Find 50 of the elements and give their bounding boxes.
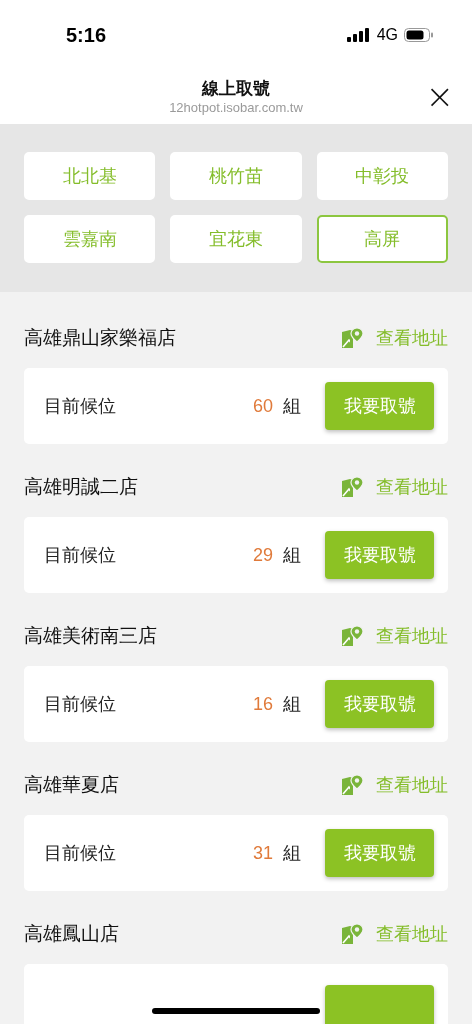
unit-label: 組 bbox=[283, 394, 301, 418]
unit-label: 組 bbox=[283, 543, 301, 567]
region-tab[interactable]: 北北基 bbox=[24, 152, 156, 200]
region-tab[interactable]: 宜花東 bbox=[170, 215, 302, 263]
view-address-link[interactable]: 查看地址 bbox=[342, 624, 448, 648]
region-tab[interactable]: 桃竹苗 bbox=[170, 152, 302, 200]
store-name: 高雄明誠二店 bbox=[24, 474, 138, 499]
unit-label: 組 bbox=[283, 841, 301, 865]
map-pin-icon bbox=[342, 328, 364, 348]
view-address-link[interactable]: 查看地址 bbox=[342, 475, 448, 499]
network-label: 4G bbox=[376, 26, 398, 44]
store-name: 高雄鳳山店 bbox=[24, 921, 119, 946]
view-address-label: 查看地址 bbox=[376, 922, 448, 946]
waiting-label: 目前候位 bbox=[44, 543, 117, 567]
waiting-label: 目前候位 bbox=[44, 692, 117, 716]
region-tab[interactable]: 雲嘉南 bbox=[24, 215, 156, 263]
view-address-label: 查看地址 bbox=[376, 773, 448, 797]
view-address-label: 查看地址 bbox=[376, 624, 448, 648]
take-number-button[interactable]: 我要取號 bbox=[325, 829, 434, 877]
view-address-label: 查看地址 bbox=[376, 326, 448, 350]
site-url: 12hotpot.isobar.com.tw bbox=[169, 100, 303, 116]
take-number-button[interactable] bbox=[325, 985, 434, 1024]
view-address-label: 查看地址 bbox=[376, 475, 448, 499]
status-time: 5:16 bbox=[66, 23, 107, 47]
map-pin-icon bbox=[342, 775, 364, 795]
waiting-label: 目前候位 bbox=[44, 394, 117, 418]
map-pin-icon bbox=[342, 924, 364, 944]
waiting-count: 29 bbox=[252, 544, 273, 566]
store-name: 高雄鼎山家樂福店 bbox=[24, 325, 176, 350]
store-name: 高雄美術南三店 bbox=[24, 623, 157, 648]
waiting-count: 31 bbox=[252, 842, 273, 864]
store-name: 高雄華夏店 bbox=[24, 772, 119, 797]
close-button[interactable]: × bbox=[421, 76, 458, 116]
waiting-count: 16 bbox=[252, 693, 273, 715]
map-pin-icon bbox=[342, 477, 364, 497]
battery-icon bbox=[404, 28, 434, 42]
take-number-button[interactable]: 我要取號 bbox=[325, 531, 434, 579]
map-pin-icon bbox=[342, 626, 364, 646]
take-number-button[interactable]: 我要取號 bbox=[325, 382, 434, 430]
region-tab[interactable]: 高屏 bbox=[316, 215, 448, 263]
view-address-link[interactable]: 查看地址 bbox=[342, 773, 448, 797]
page-title: 線上取號 bbox=[202, 77, 270, 100]
view-address-link[interactable]: 查看地址 bbox=[342, 326, 448, 350]
waiting-count: 60 bbox=[252, 395, 273, 417]
region-tab[interactable]: 中彰投 bbox=[316, 152, 448, 200]
waiting-label: 目前候位 bbox=[44, 841, 117, 865]
signal-icon bbox=[346, 28, 371, 42]
unit-label: 組 bbox=[283, 692, 301, 716]
view-address-link[interactable]: 查看地址 bbox=[342, 922, 448, 946]
take-number-button[interactable]: 我要取號 bbox=[325, 680, 434, 728]
